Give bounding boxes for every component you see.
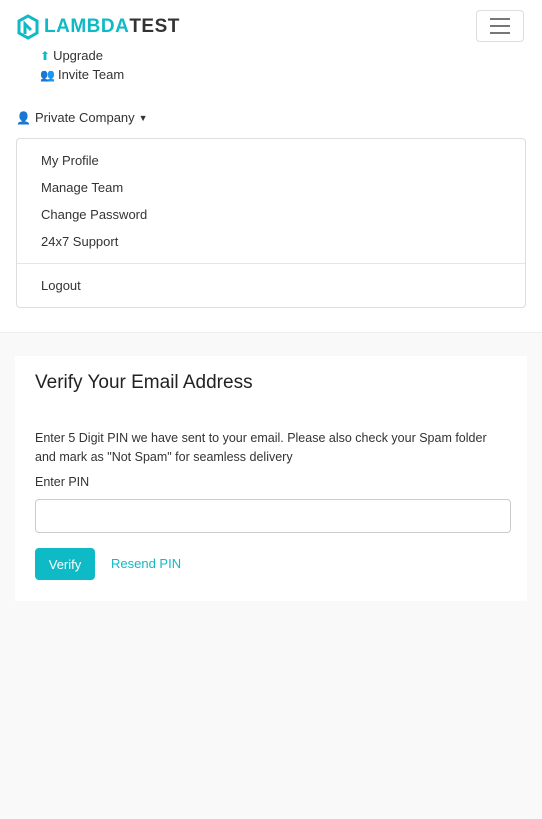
caret-down-icon: ▼ xyxy=(138,112,148,123)
company-label: Private Company xyxy=(34,110,135,125)
page-title: Verify Your Email Address xyxy=(35,372,253,393)
menu-item-support[interactable]: 24x7 Support xyxy=(41,234,118,249)
menu-toggle-button[interactable] xyxy=(476,10,524,42)
menu-item-my-profile[interactable]: My Profile xyxy=(41,153,99,168)
logo-text: LAMBDA xyxy=(44,16,130,37)
verify-card: Verify Your Email Address Enter 5 Digit … xyxy=(15,356,527,601)
resend-pin-link[interactable]: Resend PIN xyxy=(111,556,181,571)
user-icon: 👤 xyxy=(16,110,31,125)
users-icon: 👥 xyxy=(40,67,55,82)
upgrade-label: Upgrade xyxy=(53,48,103,63)
menu-item-logout[interactable]: Logout xyxy=(41,278,81,293)
menu-item-manage-team[interactable]: Manage Team xyxy=(41,180,123,195)
lambdatest-logo-icon xyxy=(17,14,39,40)
logo[interactable]: LAMBDA TEST xyxy=(16,14,180,40)
top-nav: LAMBDA TEST ⬆ Upgrade 👥 Invite Team 👤 Privat… xyxy=(0,0,542,333)
description: Enter 5 Digit PIN we have sent to your e… xyxy=(35,431,487,464)
upload-icon: ⬆ xyxy=(40,48,51,63)
upgrade-link[interactable]: ⬆ Upgrade xyxy=(40,48,103,63)
menu-item-change-password[interactable]: Change Password xyxy=(41,207,147,222)
invite-team-link[interactable]: 👥 Invite Team xyxy=(40,67,124,82)
divider xyxy=(17,263,525,264)
company-dropdown[interactable]: 👤 Private Company ▼ xyxy=(16,110,148,125)
pin-label: Enter PIN xyxy=(35,475,90,489)
logo-text-2: TEST xyxy=(129,16,180,37)
invite-label: Invite Team xyxy=(57,67,125,82)
verify-button[interactable]: Verify xyxy=(35,548,95,580)
dropdown-menu: My Profile Manage Team Change Password 2… xyxy=(16,138,526,308)
pin-input[interactable] xyxy=(35,499,511,533)
